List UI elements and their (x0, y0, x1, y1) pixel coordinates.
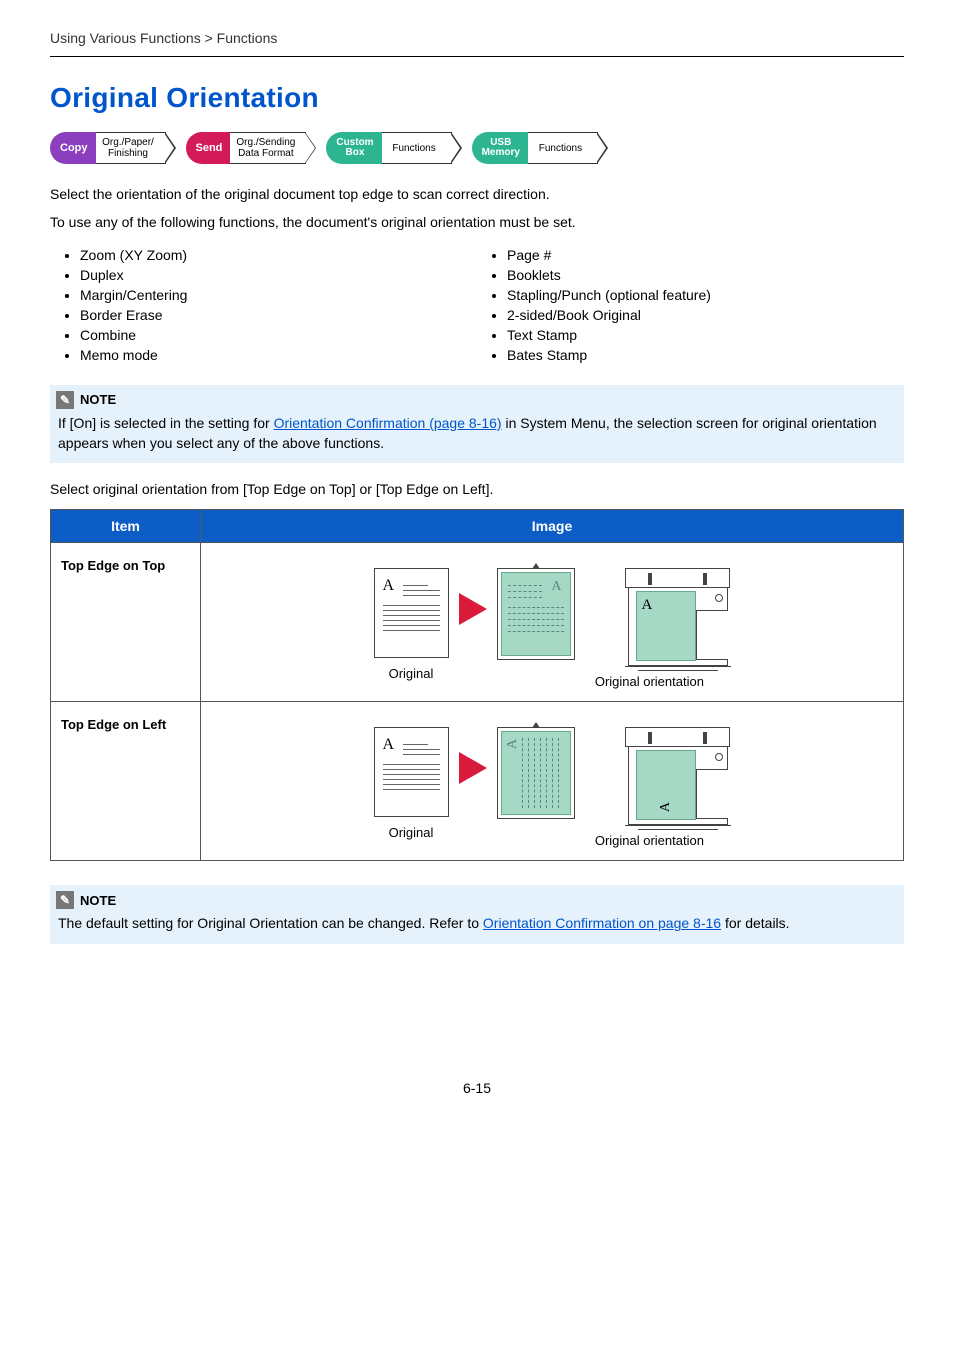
caption-original: Original (389, 825, 434, 840)
table-row: Top Edge on Left A Original (51, 702, 904, 861)
row-item-label: Top Edge on Top (51, 543, 201, 702)
list-item: Margin/Centering (80, 287, 477, 303)
list-item: Bates Stamp (507, 347, 904, 363)
list-item: Stapling/Punch (optional feature) (507, 287, 904, 303)
note-box-1: ✎ NOTE If [On] is selected in the settin… (50, 385, 904, 464)
th-item: Item (51, 510, 201, 543)
note-body-2: The default setting for Original Orienta… (56, 913, 898, 933)
functions-list: Zoom (XY Zoom) Duplex Margin/Centering B… (50, 243, 904, 367)
machine-landscape-illustration: A (625, 568, 731, 674)
note-icon: ✎ (56, 391, 74, 409)
list-item: Booklets (507, 267, 904, 283)
list-item: Border Erase (80, 307, 477, 323)
list-item: 2-sided/Book Original (507, 307, 904, 323)
arrow-icon (459, 752, 487, 784)
row-item-label: Top Edge on Left (51, 702, 201, 861)
platen-portrait-rotated-illustration: A (497, 727, 575, 819)
list-item: Page # (507, 247, 904, 263)
copy-tag: Org./Paper/Finishing (96, 132, 166, 164)
usb-pill: USBMemory (472, 132, 528, 164)
orientation-confirmation-link-2[interactable]: Orientation Confirmation on page 8-16 (483, 915, 721, 931)
row-image-cell: A Original A (201, 543, 904, 702)
send-pill: Send (186, 132, 231, 164)
usb-tag: Functions (528, 132, 598, 164)
list-item: Memo mode (80, 347, 477, 363)
intro-text-2: To use any of the following functions, t… (50, 212, 904, 232)
intro-text-1: Select the orientation of the original d… (50, 184, 904, 204)
page-title: Original Orientation (50, 82, 904, 114)
original-sheet-illustration: A (374, 568, 449, 658)
note-label: NOTE (80, 392, 116, 407)
select-instruction: Select original orientation from [Top Ed… (50, 479, 904, 499)
caption-orientation: Original orientation (595, 833, 704, 848)
copy-pill: Copy (50, 132, 96, 164)
orientation-table: Item Image Top Edge on Top A Original (50, 509, 904, 861)
function-tag-row: Copy Org./Paper/Finishing Send Org./Send… (50, 132, 904, 164)
list-item: Combine (80, 327, 477, 343)
row-image-cell: A Original A (201, 702, 904, 861)
functions-list-right: Page # Booklets Stapling/Punch (optional… (477, 243, 904, 367)
note-body-1: If [On] is selected in the setting for O… (56, 413, 898, 454)
page-number: 6-15 (50, 960, 904, 1096)
machine-landscape-rotated-illustration: A (625, 727, 731, 833)
custombox-tag: Functions (382, 132, 452, 164)
original-sheet-illustration: A (374, 727, 449, 817)
caption-orientation: Original orientation (595, 674, 704, 689)
table-row: Top Edge on Top A Original (51, 543, 904, 702)
platen-portrait-illustration: A (497, 568, 575, 660)
custombox-pill: CustomBox (326, 132, 381, 164)
breadcrumb: Using Various Functions > Functions (50, 30, 904, 46)
send-tag: Org./SendingData Format (230, 132, 306, 164)
list-item: Duplex (80, 267, 477, 283)
list-item: Zoom (XY Zoom) (80, 247, 477, 263)
note-icon: ✎ (56, 891, 74, 909)
note-label: NOTE (80, 893, 116, 908)
functions-list-left: Zoom (XY Zoom) Duplex Margin/Centering B… (50, 243, 477, 367)
caption-original: Original (389, 666, 434, 681)
list-item: Text Stamp (507, 327, 904, 343)
orientation-confirmation-link[interactable]: Orientation Confirmation (page 8-16) (274, 415, 502, 431)
note-box-2: ✎ NOTE The default setting for Original … (50, 885, 904, 943)
arrow-icon (459, 593, 487, 625)
divider-top (50, 56, 904, 57)
th-image: Image (201, 510, 904, 543)
